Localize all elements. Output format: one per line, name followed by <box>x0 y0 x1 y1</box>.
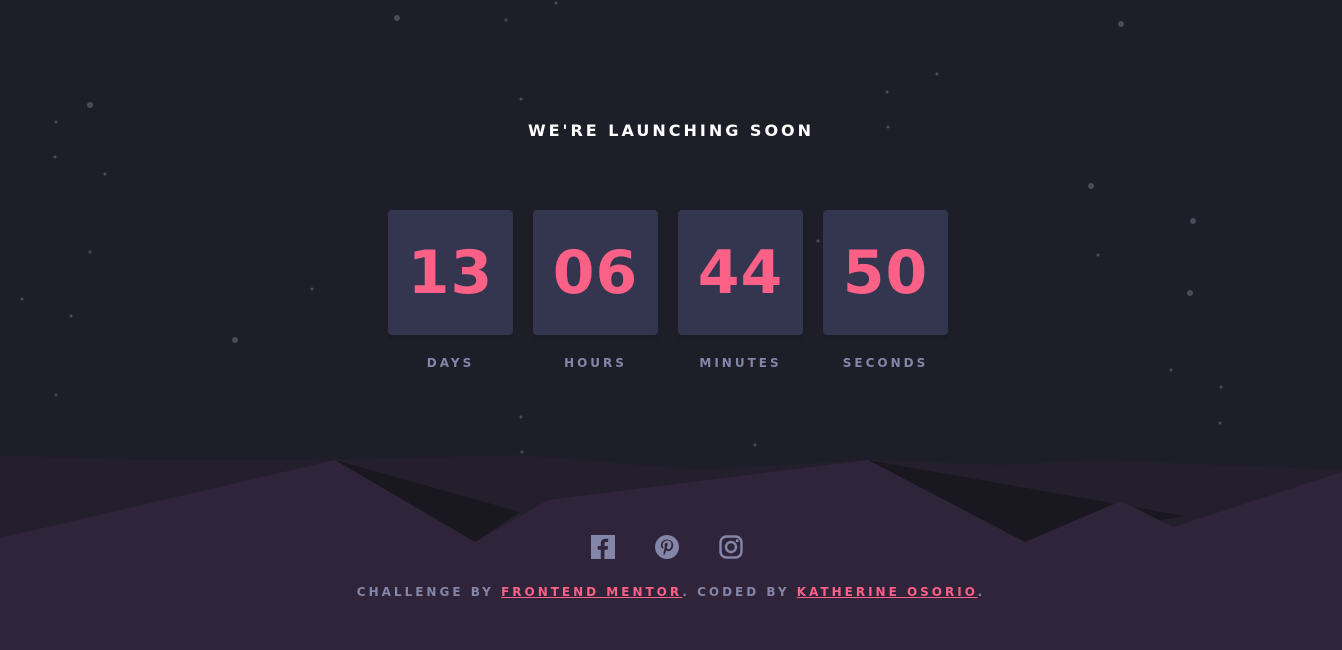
countdown-value: 50 <box>842 237 929 308</box>
countdown-label: HOURS <box>564 356 627 370</box>
countdown-card: 44 <box>678 210 803 335</box>
pinterest-icon[interactable] <box>655 535 679 559</box>
countdown-value: 06 <box>552 237 639 308</box>
social-links <box>591 535 743 559</box>
countdown-days: 13 DAYS <box>388 210 513 371</box>
instagram-icon[interactable] <box>719 535 743 559</box>
credit-middle: . CODED BY <box>682 585 797 599</box>
countdown-card: 06 <box>533 210 658 335</box>
countdown-label: MINUTES <box>699 356 782 370</box>
countdown-hours: 06 HOURS <box>533 210 658 371</box>
countdown-value: 44 <box>697 237 784 308</box>
author-link[interactable]: KATHERINE OSORIO <box>797 585 978 599</box>
facebook-icon[interactable] <box>591 535 615 559</box>
footer-credit: CHALLENGE BY FRONTEND MENTOR. CODED BY K… <box>0 584 1342 600</box>
frontend-mentor-link[interactable]: FRONTEND MENTOR <box>501 585 682 599</box>
page-title: WE'RE LAUNCHING SOON <box>527 121 815 140</box>
countdown-card: 13 <box>388 210 513 335</box>
page: WE'RE LAUNCHING SOON 13 DAYS 06 HOURS 44… <box>0 0 1342 650</box>
credit-prefix: CHALLENGE BY <box>356 585 502 599</box>
countdown-card: 50 <box>823 210 948 335</box>
countdown-label: DAYS <box>426 356 475 370</box>
countdown-label: SECONDS <box>842 356 929 370</box>
countdown-timer: 13 DAYS 06 HOURS 44 MINUTES 50 SECONDS <box>388 210 948 371</box>
countdown-seconds: 50 SECONDS <box>823 210 948 371</box>
countdown-value: 13 <box>407 237 494 308</box>
countdown-minutes: 44 MINUTES <box>678 210 803 371</box>
credit-suffix: . <box>977 585 986 599</box>
